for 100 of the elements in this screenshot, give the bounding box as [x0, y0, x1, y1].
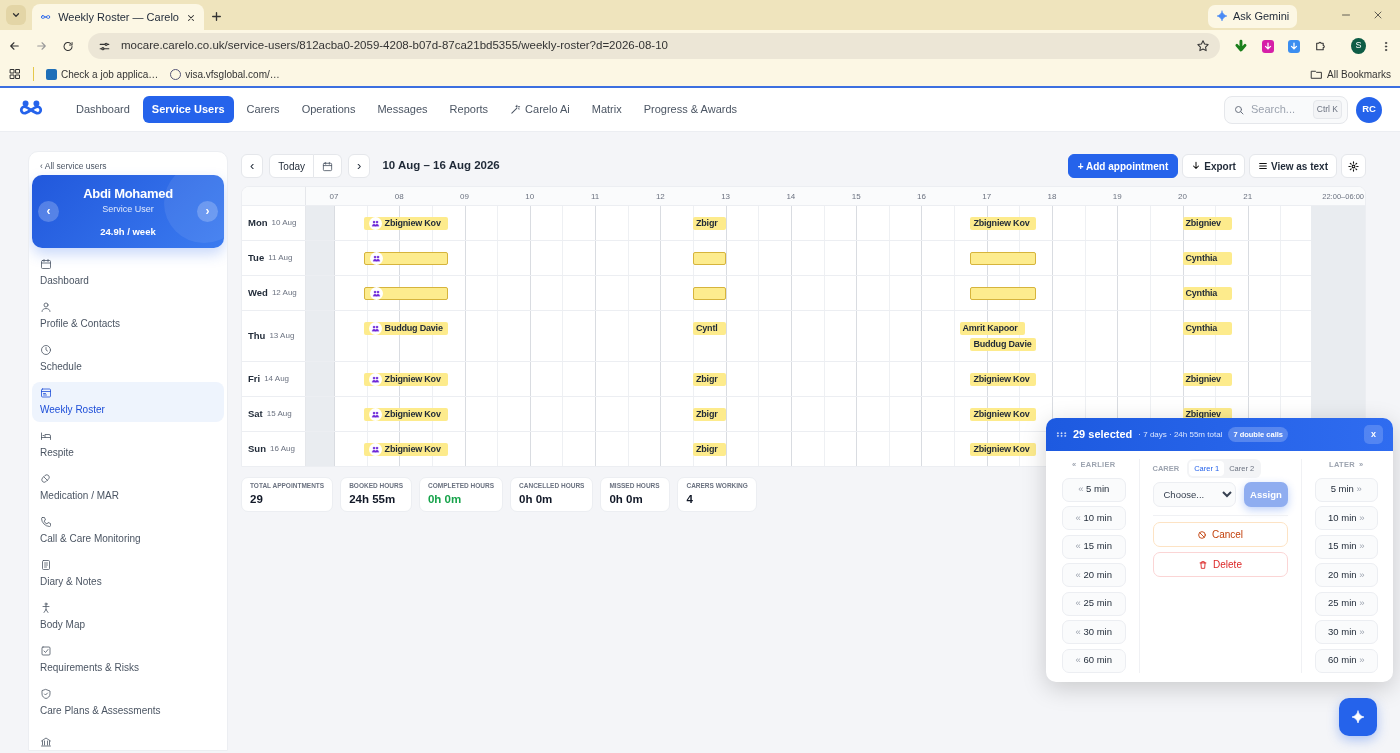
user-avatar[interactable]: RC	[1356, 96, 1382, 123]
sidebar-item[interactable]: Dashboard	[32, 252, 224, 293]
nav-tab[interactable]: Reports	[440, 96, 498, 123]
cancel-icon	[1196, 529, 1207, 540]
shift-time-button[interactable]: 25 min »	[1314, 591, 1378, 616]
sidebar-item[interactable]: Call & Care Monitoring	[32, 510, 224, 551]
carer-select[interactable]: Choose...	[1152, 482, 1237, 508]
sidebar-item[interactable]: Weekly Roster	[32, 381, 224, 422]
appointment-block[interactable]: Zbigr	[693, 443, 726, 456]
previous-button[interactable]: ‹	[38, 200, 59, 222]
search-field[interactable]: Search... Ctrl K	[1224, 95, 1348, 124]
add-appointment-button[interactable]: + Add appointment	[1067, 154, 1179, 178]
shift-time-button[interactable]: 5 min »	[1314, 477, 1378, 502]
appointment-block[interactable]: Zbigniew Kov	[970, 408, 1036, 421]
star-icon[interactable]	[1196, 39, 1211, 54]
close-icon[interactable]	[1372, 9, 1384, 21]
reload-icon[interactable]	[61, 39, 75, 53]
shift-time-button[interactable]: « 15 min	[1062, 534, 1126, 559]
appointment-block[interactable]: Zbigr	[693, 373, 726, 386]
appointment-block[interactable]: Buddug Davie	[970, 338, 1036, 351]
appointment-block[interactable]: Cynthia	[1182, 252, 1232, 265]
address-bar[interactable]: mocare.carelo.co.uk/service-users/812acba0-2059-4208-b07d-87ca21bd5355/weekly-roster?d=2026-08-10	[88, 33, 1221, 59]
shift-time-button[interactable]: 30 min »	[1314, 620, 1378, 644]
appointment-block[interactable]: Cynthia	[1182, 322, 1232, 335]
shift-time-button[interactable]: 15 min »	[1314, 534, 1378, 559]
shift-time-button[interactable]: « 10 min	[1062, 506, 1126, 530]
shift-time-button[interactable]: « 5 min	[1062, 477, 1126, 502]
extension-icon[interactable]	[1261, 39, 1274, 53]
settings-button[interactable]	[1341, 154, 1366, 178]
bookmark-link[interactable]: visa.vfsglobal.com/…	[170, 66, 280, 82]
calendar-button[interactable]	[314, 154, 343, 178]
appointment-block[interactable]: Zbigniew Kov	[363, 408, 449, 421]
appointment-block[interactable]: Zbigniew Kov	[363, 373, 449, 386]
user-role: Service User	[101, 203, 155, 217]
shift-time-button[interactable]: « 25 min	[1062, 591, 1126, 616]
sidebar-item[interactable]: Medication / MAR	[32, 467, 224, 508]
sidebar-item[interactable]: Respite	[32, 424, 224, 465]
nav-tab[interactable]: Dashboard	[67, 96, 139, 123]
tab-list-button[interactable]	[6, 5, 26, 25]
shift-time-button[interactable]: 10 min »	[1314, 506, 1378, 530]
appointment-block[interactable]: Zbigniew Kov	[970, 443, 1036, 456]
nav-tab[interactable]: Carers	[237, 96, 289, 123]
bed-icon	[40, 429, 52, 442]
shift-time-button[interactable]: 20 min »	[1314, 563, 1378, 587]
nav-tab[interactable]: Progress & Awards	[634, 96, 747, 123]
nav-tab[interactable]: Service Users	[142, 96, 234, 123]
appointment-block[interactable]: Zbigniev	[1182, 217, 1232, 230]
sidebar-item[interactable]: Body Map	[32, 596, 224, 637]
people-icon	[370, 410, 380, 419]
forward-icon[interactable]	[35, 39, 48, 53]
nav-tab[interactable]: Matrix	[582, 96, 631, 123]
sidebar-item[interactable]: Care Plans & Assessments	[32, 682, 224, 723]
shift-time-button[interactable]: 60 min »	[1314, 648, 1378, 673]
assistant-button[interactable]	[1339, 698, 1377, 736]
next-week-button[interactable]: ›	[348, 154, 371, 178]
sidebar-item[interactable]: Schedule	[32, 338, 224, 379]
close-button[interactable]: x	[1364, 425, 1383, 444]
magic-wand-icon	[510, 104, 522, 115]
today-button[interactable]: Today	[269, 154, 315, 178]
appointment-block[interactable]: Cyntl	[693, 322, 726, 335]
all-bookmarks-button[interactable]: All Bookmarks	[1310, 66, 1391, 82]
settings-icon	[1348, 160, 1359, 172]
appointment-block[interactable]: Cynthia	[1182, 287, 1232, 300]
ask-gemini-button[interactable]: Ask Gemini	[1208, 5, 1298, 28]
shift-time-button[interactable]: « 20 min	[1062, 563, 1126, 587]
puzzle-icon[interactable]	[1314, 39, 1328, 53]
sidebar-item[interactable]: Requirements & Risks	[32, 639, 224, 680]
extension-icon[interactable]	[1288, 39, 1301, 53]
shift-time-button[interactable]: « 60 min	[1062, 648, 1126, 673]
view-as-text-button[interactable]: View as text	[1248, 154, 1337, 178]
appointment-block[interactable]: Zbigniew Kov	[363, 217, 449, 230]
download-icon[interactable]	[1234, 38, 1248, 54]
appointment-block[interactable]: Buddug Davie	[363, 322, 449, 335]
cancel-button[interactable]: Cancel	[1152, 522, 1288, 548]
appointment-block[interactable]: Zbigr	[693, 217, 726, 230]
nav-tab[interactable]: Operations	[292, 96, 365, 123]
previous-week-button[interactable]: ‹	[241, 154, 264, 178]
appointment-block[interactable]: Zbigr	[693, 408, 726, 421]
appointment-block[interactable]: Amrit Kapoor	[959, 322, 1025, 335]
appointment-block[interactable]: Zbigniew Kov	[970, 217, 1036, 230]
sidebar-item[interactable]: Diary & Notes	[32, 553, 224, 594]
nav-tab[interactable]: Carelo Ai	[501, 96, 579, 123]
plus-icon[interactable]	[210, 10, 223, 23]
export-button[interactable]: Export	[1182, 154, 1245, 178]
sidebar-item[interactable]: Profile & Contacts	[32, 295, 224, 336]
bookmark-link[interactable]: Check a job applica…	[46, 66, 159, 82]
profile-avatar[interactable]: S	[1351, 38, 1366, 54]
nav-tab[interactable]: Messages	[368, 96, 437, 123]
appointment-block[interactable]: Zbigniew Kov	[363, 443, 449, 456]
back-icon[interactable]	[8, 39, 21, 53]
close-icon[interactable]	[186, 12, 196, 23]
browser-tab[interactable]: Weekly Roster — Carelo	[32, 4, 204, 30]
search-icon	[1233, 103, 1245, 116]
appointment-block[interactable]: Zbigniev	[1182, 373, 1232, 386]
shift-time-button[interactable]: « 30 min	[1062, 620, 1126, 644]
appointment-block[interactable]: Zbigniew Kov	[970, 373, 1036, 386]
back-link[interactable]: ‹ All service users	[40, 160, 224, 173]
delete-button[interactable]: Delete	[1152, 552, 1288, 578]
drag-handle-icon[interactable]	[1056, 429, 1067, 440]
apps-grid-icon[interactable]	[9, 68, 21, 80]
